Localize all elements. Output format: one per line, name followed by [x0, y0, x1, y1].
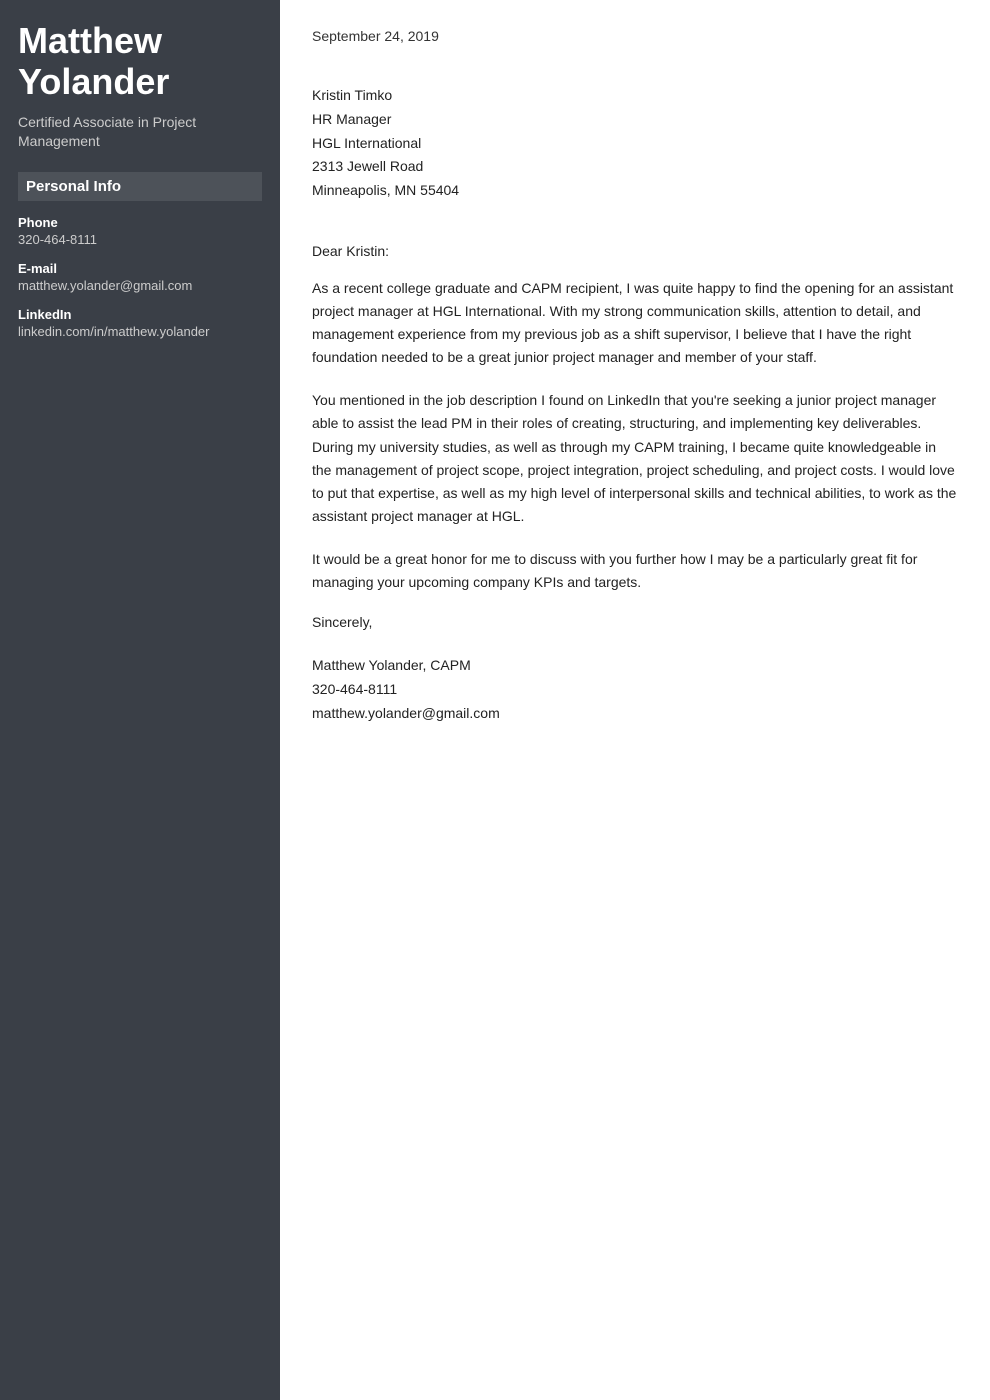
recipient-block: Kristin Timko HR Manager HGL Internation…	[312, 84, 958, 203]
sidebar-name: Matthew Yolander	[18, 20, 262, 103]
linkedin-block: LinkedIn linkedin.com/in/matthew.yolande…	[18, 307, 262, 339]
sig-phone: 320-464-8111	[312, 678, 958, 702]
paragraph-3: It would be a great honor for me to disc…	[312, 548, 958, 594]
paragraph-2: You mentioned in the job description I f…	[312, 389, 958, 528]
sidebar-subtitle: Certified Associate in Project Managemen…	[18, 113, 262, 152]
email-block: E-mail matthew.yolander@gmail.com	[18, 261, 262, 293]
signature-block: Matthew Yolander, CAPM 320-464-8111 matt…	[312, 654, 958, 725]
recipient-address: 2313 Jewell Road	[312, 155, 958, 179]
sidebar: Matthew Yolander Certified Associate in …	[0, 0, 280, 1400]
closing: Sincerely,	[312, 614, 958, 630]
phone-label: Phone	[18, 215, 262, 230]
personal-info-heading: Personal Info	[18, 172, 262, 201]
sig-name: Matthew Yolander, CAPM	[312, 654, 958, 678]
recipient-city: Minneapolis, MN 55404	[312, 179, 958, 203]
linkedin-value: linkedin.com/in/matthew.yolander	[18, 324, 262, 339]
linkedin-label: LinkedIn	[18, 307, 262, 322]
phone-block: Phone 320-464-8111	[18, 215, 262, 247]
recipient-company: HGL International	[312, 132, 958, 156]
phone-value: 320-464-8111	[18, 232, 262, 247]
recipient-title: HR Manager	[312, 108, 958, 132]
letter-date: September 24, 2019	[312, 28, 958, 44]
email-value: matthew.yolander@gmail.com	[18, 278, 262, 293]
sig-email: matthew.yolander@gmail.com	[312, 702, 958, 726]
paragraph-1: As a recent college graduate and CAPM re…	[312, 277, 958, 369]
recipient-name: Kristin Timko	[312, 84, 958, 108]
greeting: Dear Kristin:	[312, 243, 958, 259]
email-label: E-mail	[18, 261, 262, 276]
letter-body: September 24, 2019 Kristin Timko HR Mana…	[280, 0, 990, 1400]
